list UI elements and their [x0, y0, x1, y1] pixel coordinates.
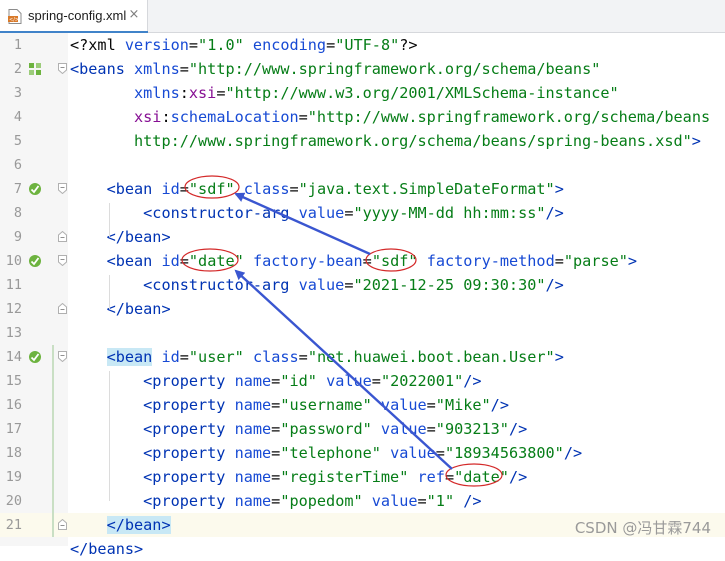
- xml-file-icon: </>: [8, 9, 22, 24]
- tab-label: spring-config.xml: [28, 8, 127, 23]
- code-editor[interactable]: 1 <?xml version="1.0" encoding="UTF-8"?> 2…: [0, 33, 725, 558]
- highlight-ellipse-factory-bean: [365, 248, 417, 272]
- arrow-factory-bean-to-sdf: [234, 192, 371, 256]
- tab-spring-config[interactable]: </> spring-config.xml ×: [0, 0, 148, 34]
- svg-text:</>: </>: [9, 17, 19, 23]
- close-icon[interactable]: ×: [126, 7, 142, 23]
- annotation-overlay: [181, 175, 503, 487]
- watermark: CSDN @冯甘霖744: [574, 519, 711, 537]
- highlight-ellipse-sdf-id: [184, 175, 240, 199]
- arrow-ref-to-date-bean: [234, 269, 453, 470]
- editor-tab-bar: </> spring-config.xml ×: [0, 0, 725, 34]
- highlight-ellipse-date-id: [181, 248, 239, 272]
- highlight-ellipse-ref-date: [445, 463, 503, 487]
